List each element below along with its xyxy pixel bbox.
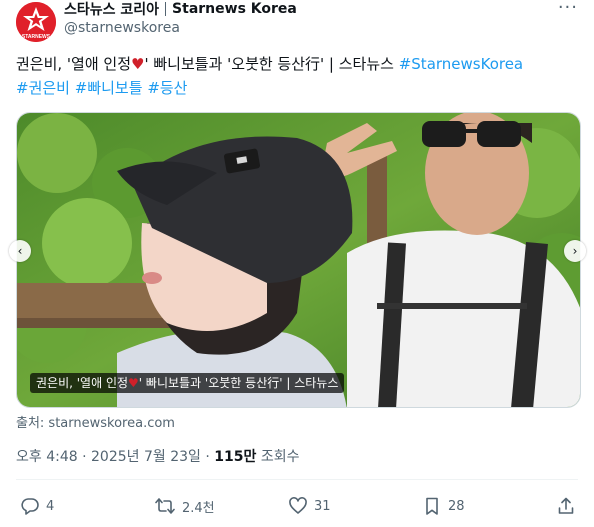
repost-button[interactable]: 2.4천 <box>154 496 215 516</box>
affiliation-divider <box>165 2 167 16</box>
share-icon <box>558 497 574 514</box>
meta-separator: · <box>82 449 92 465</box>
media-caption-prefix: 권은비, '열애 인정 <box>36 376 129 390</box>
avatar-logo-text: STARNEWS <box>22 34 51 40</box>
repost-icon <box>155 498 175 514</box>
views-label: 조회수 <box>260 449 300 465</box>
tweet-date[interactable]: 2025년 7월 23일 <box>91 449 201 465</box>
photo-illustration <box>17 113 580 407</box>
author-names: 스타뉴스 코리아 Starnews Korea @starnewskorea <box>64 0 297 36</box>
reply-button[interactable]: 4 <box>20 496 54 516</box>
views-count: 115만 <box>214 449 257 465</box>
media-source[interactable]: 출처: starnewskorea.com <box>16 412 175 431</box>
hashtag-link[interactable]: #StarnewsKorea <box>399 55 523 73</box>
tweet-text: 권은비, '열애 인정♥' 빠니보틀과 '오붓한 등산行' | 스타뉴스 #St… <box>16 52 578 100</box>
bookmark-button[interactable]: 28 <box>422 496 465 516</box>
tweet-meta: 오후 4:48 · 2025년 7월 23일 · 115만 조회수 <box>16 446 299 466</box>
affiliation-name[interactable]: Starnews Korea <box>172 1 297 17</box>
next-arrow-icon[interactable]: › <box>564 240 586 262</box>
meta-separator: · <box>205 449 215 465</box>
starnews-logo: STARNEWS <box>16 2 56 42</box>
media-caption-suffix: ' 빠니보틀과 '오붓한 등산行' | 스타뉴스 <box>138 376 339 390</box>
tweet-header: STARNEWS 스타뉴스 코리아 Starnews Korea @starne… <box>0 0 594 48</box>
like-icon <box>289 497 307 514</box>
more-icon[interactable]: ··· <box>558 0 578 17</box>
divider-line <box>16 479 578 480</box>
media-caption: 권은비, '열애 인정♥' 빠니보틀과 '오붓한 등산行' | 스타뉴스 <box>30 373 345 393</box>
like-count: 31 <box>314 498 331 514</box>
hashtag-link[interactable]: #등산 <box>147 79 187 97</box>
user-handle[interactable]: @starnewskorea <box>64 20 297 36</box>
hashtag-link[interactable]: #빠니보틀 <box>75 79 143 97</box>
tweet-media-image[interactable] <box>16 112 581 408</box>
tweet-text-prefix: 권은비, '열애 인정 <box>16 55 132 73</box>
prev-arrow-icon[interactable]: ‹ <box>9 240 31 262</box>
heart-emoji-icon: ♥ <box>131 55 145 73</box>
reply-icon <box>21 498 39 515</box>
bookmark-icon <box>426 497 438 515</box>
tweet-time[interactable]: 오후 4:48 <box>16 449 78 465</box>
share-button[interactable] <box>556 496 582 516</box>
tweet-text-middle: ' 빠니보틀과 '오붓한 등산行' | 스타뉴스 <box>144 55 399 73</box>
action-bar: 4 2.4천 31 28 <box>16 492 578 522</box>
like-button[interactable]: 31 <box>288 496 331 516</box>
bookmark-count: 28 <box>448 498 465 514</box>
avatar[interactable]: STARNEWS <box>16 2 56 42</box>
hashtag-link[interactable]: #권은비 <box>16 79 70 97</box>
repost-count: 2.4천 <box>182 500 215 516</box>
reply-count: 4 <box>46 498 55 514</box>
caption-heart-icon: ♥ <box>128 376 139 390</box>
display-name[interactable]: 스타뉴스 코리아 <box>64 0 159 19</box>
